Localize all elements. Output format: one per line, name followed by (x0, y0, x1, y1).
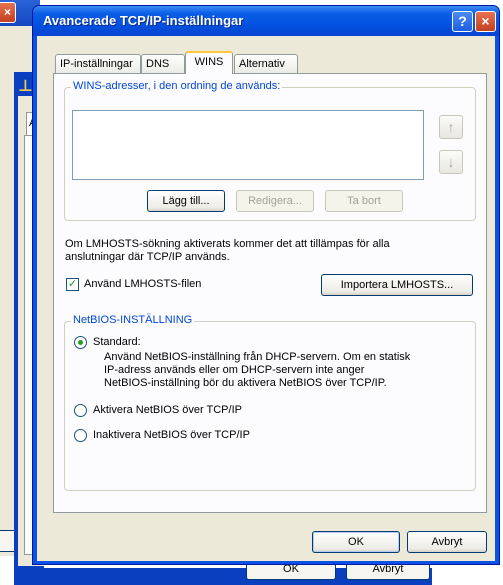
move-down-button[interactable]: ↓ (439, 150, 463, 174)
netbios-group-label-text: NetBIOS-INSTÄLLNING (73, 314, 193, 326)
lmhosts-checkbox[interactable]: ✓ (66, 278, 79, 291)
dialog-client-area: IP-inställningar DNS WINS Alternativ WIN… (37, 36, 495, 561)
wins-group-label: WINS-adresser, i den ordning de används: (71, 80, 283, 92)
close-icon[interactable]: × (475, 11, 496, 32)
netbios-description-line-3: NetBIOS-inställning bör du aktivera NetB… (104, 377, 387, 389)
netbios-enable-radio[interactable] (74, 404, 87, 417)
cancel-button[interactable]: Avbryt (407, 531, 487, 553)
tab-wins[interactable]: WINS (185, 51, 233, 74)
move-up-button[interactable]: ↑ (439, 115, 463, 139)
netbios-group-label: NetBIOS-INSTÄLLNING (71, 314, 195, 326)
add-button-label: Lägg till... (162, 195, 210, 207)
netbios-disable-radio[interactable] (74, 429, 87, 442)
network-icon: ⊥ (18, 78, 33, 95)
wins-address-list[interactable] (72, 110, 424, 180)
background-close-icon[interactable]: × (0, 2, 16, 23)
add-button[interactable]: Lägg till... (147, 190, 225, 212)
netbios-enable-label[interactable]: Aktivera NetBIOS över TCP/IP (93, 404, 242, 417)
arrow-up-icon: ↑ (447, 119, 455, 135)
remove-button[interactable]: Ta bort (325, 190, 403, 212)
lmhosts-info-line-1: Om LMHOSTS-sökning aktiverats kommer det… (65, 238, 390, 250)
lmhosts-checkbox-label[interactable]: Använd LMHOSTS-filen (84, 278, 201, 291)
dialog-titlebar[interactable]: Avancerade TCP/IP-inställningar ? × (33, 6, 499, 36)
edit-button-label: Redigera... (248, 195, 302, 207)
tab-dns[interactable]: DNS (141, 54, 185, 73)
dialog-title: Avancerade TCP/IP-inställningar (43, 13, 244, 28)
netbios-description-line-2: IP-adress används eller om DHCP-servern … (104, 364, 365, 376)
ok-button-label: OK (348, 536, 364, 548)
import-lmhosts-label: Importera LMHOSTS... (340, 279, 454, 291)
tab-alternative[interactable]: Alternativ (234, 54, 298, 73)
wins-tab-sheet: WINS-adresser, i den ordning de används:… (53, 73, 487, 513)
netbios-standard-radio[interactable] (74, 336, 87, 349)
netbios-standard-label[interactable]: Standard: (93, 336, 141, 349)
netbios-disable-label[interactable]: Inaktivera NetBIOS över TCP/IP (93, 429, 250, 442)
tab-ip-settings[interactable]: IP-inställningar (55, 54, 141, 73)
lmhosts-info-line-2: anslutningar där TCP/IP används. (65, 251, 230, 263)
arrow-down-icon: ↓ (447, 154, 455, 170)
edit-button[interactable]: Redigera... (236, 190, 314, 212)
wins-group-label-text: WINS-adresser, i den ordning de används: (73, 80, 281, 92)
ok-button[interactable]: OK (312, 531, 400, 553)
cancel-button-label: Avbryt (431, 536, 463, 548)
netbios-description-line-1: Använd NetBIOS-inställning från DHCP-ser… (104, 351, 411, 363)
advanced-tcpip-dialog: Avancerade TCP/IP-inställningar ? × IP-i… (32, 5, 500, 565)
help-icon[interactable]: ? (452, 11, 473, 32)
remove-button-label: Ta bort (347, 195, 381, 207)
import-lmhosts-button[interactable]: Importera LMHOSTS... (321, 274, 473, 296)
